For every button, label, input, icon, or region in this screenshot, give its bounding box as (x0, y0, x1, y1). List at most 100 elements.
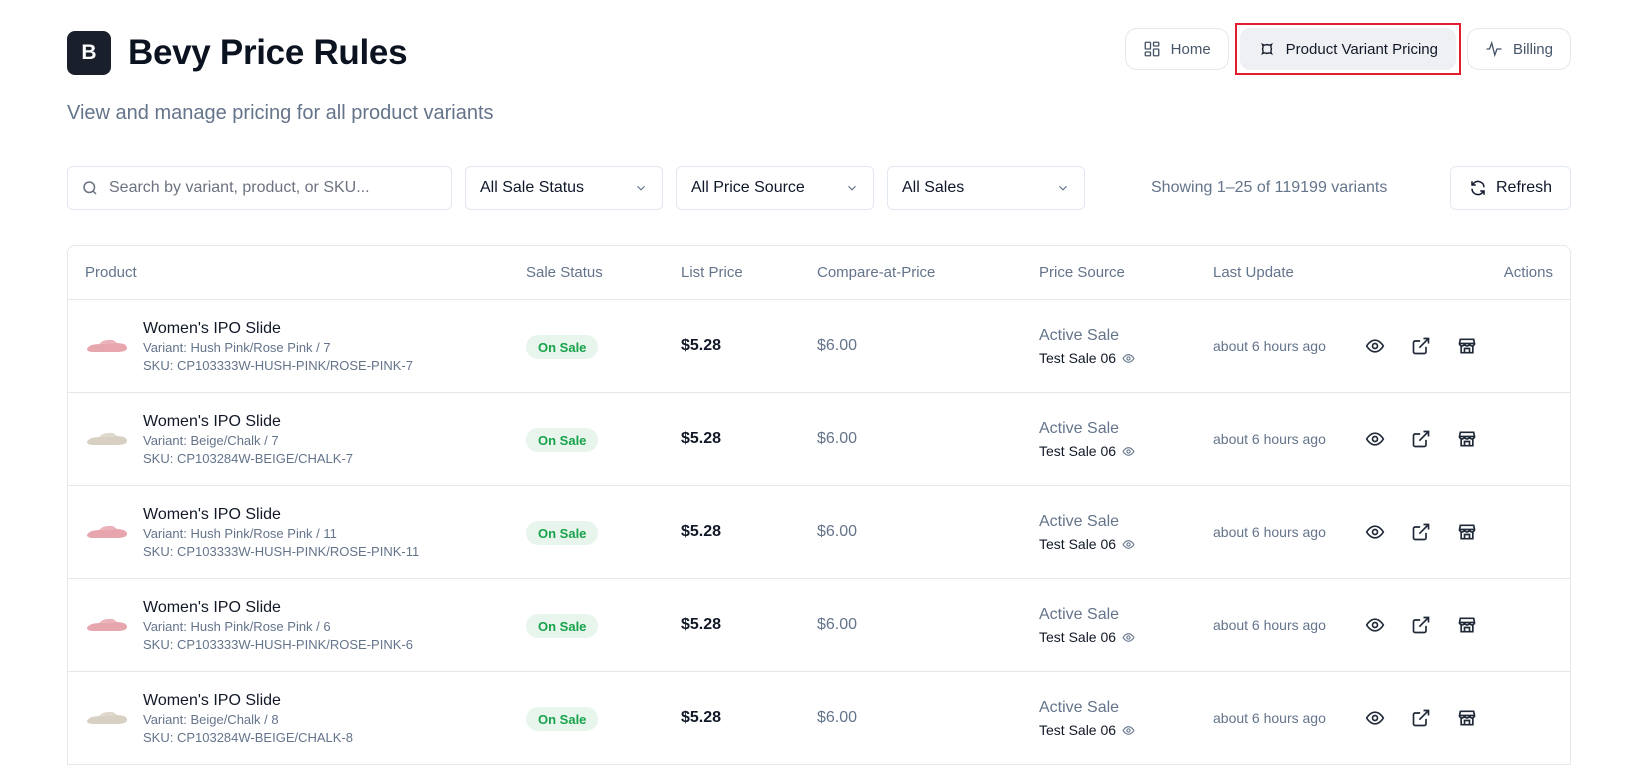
view-button[interactable] (1365, 615, 1385, 635)
sale-name-label: Test Sale 06 (1039, 350, 1117, 366)
search-box[interactable] (67, 166, 452, 210)
column-header-product: Product (85, 264, 137, 281)
eye-icon[interactable] (1122, 352, 1135, 365)
sale-name: Test Sale 06 (1039, 629, 1135, 645)
product-variant: Variant: Beige/Chalk / 7 (143, 433, 279, 448)
eye-icon[interactable] (1122, 445, 1135, 458)
price-source: Active Sale (1039, 606, 1120, 623)
eye-icon[interactable] (1122, 631, 1135, 644)
view-icon (1365, 525, 1385, 539)
external-link-icon (1412, 616, 1430, 634)
store-button[interactable] (1457, 522, 1477, 542)
compare-at-price: $6.00 (817, 616, 858, 633)
product-variant: Variant: Hush Pink/Rose Pink / 6 (143, 619, 331, 634)
sale-name-label: Test Sale 06 (1039, 629, 1117, 645)
product-thumbnail (87, 711, 127, 724)
product-name[interactable]: Women's IPO Slide (143, 506, 281, 524)
product-thumbnail (87, 618, 127, 631)
table-row: Women's IPO Slide Variant: Beige/Chalk /… (68, 672, 1570, 765)
product-name[interactable]: Women's IPO Slide (143, 320, 281, 338)
chevron-down-icon (637, 185, 645, 191)
refresh-button[interactable]: Refresh (1450, 166, 1571, 210)
list-price: $5.28 (681, 616, 722, 633)
open-external-button[interactable] (1411, 615, 1431, 635)
list-price: $5.28 (681, 709, 722, 726)
product-name[interactable]: Women's IPO Slide (143, 692, 281, 710)
store-icon (1458, 617, 1476, 633)
nav-product-variant-pricing-label: Product Variant Pricing (1285, 40, 1438, 58)
badge-icon (1260, 42, 1273, 56)
nav-billing-button[interactable]: Billing (1466, 28, 1571, 70)
external-link-icon (1412, 337, 1430, 355)
dashboard-grid-icon (1144, 41, 1160, 57)
product-sku: SKU: CP103284W-BEIGE/CHALK-8 (143, 730, 354, 745)
store-icon (1458, 338, 1476, 354)
sale-name-label: Test Sale 06 (1039, 443, 1117, 459)
sale-name: Test Sale 06 (1039, 443, 1135, 459)
store-icon (1458, 431, 1476, 447)
product-variant: Variant: Beige/Chalk / 8 (143, 712, 279, 727)
nav-product-variant-pricing-button[interactable]: Product Variant Pricing (1239, 28, 1456, 70)
eye-icon[interactable] (1122, 538, 1135, 551)
store-button[interactable] (1457, 336, 1477, 356)
product-sku: SKU: CP103333W-HUSH-PINK/ROSE-PINK-11 (143, 544, 420, 559)
store-button[interactable] (1457, 615, 1477, 635)
last-update: about 6 hours ago (1213, 524, 1326, 540)
price-source-value: All Price Source (691, 179, 805, 196)
app-logo: B (67, 31, 111, 75)
column-header-last-update: Last Update (1213, 264, 1294, 281)
variants-table: Product Sale Status List Price Compare-a… (67, 245, 1571, 765)
search-input[interactable] (109, 179, 429, 197)
column-header-sale-status: Sale Status (526, 264, 603, 281)
refresh-label: Refresh (1495, 179, 1553, 196)
activity-icon (1486, 40, 1502, 58)
column-header-actions: Actions (1503, 264, 1553, 281)
product-name[interactable]: Women's IPO Slide (143, 413, 281, 431)
table-row: Women's IPO Slide Variant: Hush Pink/Ros… (68, 300, 1570, 393)
view-icon (1365, 618, 1385, 632)
price-source-select[interactable]: All Price Source (676, 166, 874, 210)
eye-icon[interactable] (1122, 724, 1135, 737)
view-icon (1365, 711, 1385, 725)
store-button[interactable] (1457, 708, 1477, 728)
last-update: about 6 hours ago (1213, 431, 1326, 447)
open-external-button[interactable] (1411, 336, 1431, 356)
product-thumbnail (87, 432, 127, 445)
status-badge: On Sale (526, 335, 599, 359)
sales-select[interactable]: All Sales (887, 166, 1085, 210)
table-row: Women's IPO Slide Variant: Hush Pink/Ros… (68, 486, 1570, 579)
store-icon (1458, 710, 1476, 726)
nav-billing-label: Billing (1512, 40, 1553, 58)
price-source: Active Sale (1039, 420, 1120, 437)
last-update: about 6 hours ago (1213, 617, 1326, 633)
product-variant: Variant: Hush Pink/Rose Pink / 11 (143, 526, 337, 541)
nav-home-button[interactable]: Home (1124, 28, 1229, 70)
list-price: $5.28 (681, 430, 722, 447)
external-link-icon (1412, 523, 1430, 541)
product-name[interactable]: Women's IPO Slide (143, 599, 281, 617)
top-nav: Home Product Variant Pricing Billing (1124, 23, 1571, 75)
view-button[interactable] (1365, 708, 1385, 728)
store-button[interactable] (1457, 429, 1477, 449)
table-header: Product Sale Status List Price Compare-a… (68, 246, 1570, 300)
column-header-list-price: List Price (681, 264, 743, 281)
view-button[interactable] (1365, 336, 1385, 356)
list-price: $5.28 (681, 337, 722, 354)
price-source: Active Sale (1039, 513, 1120, 530)
sale-status-value: All Sale Status (480, 179, 585, 196)
open-external-button[interactable] (1411, 708, 1431, 728)
view-icon (1365, 339, 1385, 353)
sale-status-select[interactable]: All Sale Status (465, 166, 663, 210)
column-header-price-source: Price Source (1039, 264, 1125, 281)
product-variant: Variant: Hush Pink/Rose Pink / 7 (143, 340, 331, 355)
external-link-icon (1412, 709, 1430, 727)
product-sku: SKU: CP103333W-HUSH-PINK/ROSE-PINK-7 (143, 358, 413, 373)
view-button[interactable] (1365, 522, 1385, 542)
chevron-down-icon (848, 185, 856, 191)
view-button[interactable] (1365, 429, 1385, 449)
product-thumbnail (87, 339, 127, 352)
sales-value: All Sales (902, 179, 965, 196)
open-external-button[interactable] (1411, 522, 1431, 542)
product-sku: SKU: CP103333W-HUSH-PINK/ROSE-PINK-6 (143, 637, 413, 652)
open-external-button[interactable] (1411, 429, 1431, 449)
